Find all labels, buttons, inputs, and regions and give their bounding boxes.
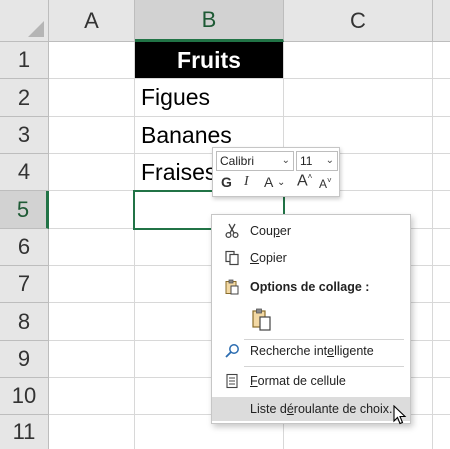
- label-part: Liste d: [250, 402, 287, 416]
- menu-item-label: Options de collage :: [250, 280, 370, 294]
- row-label: 10: [11, 383, 37, 408]
- column-label: B: [201, 6, 217, 32]
- row-label: 11: [12, 419, 36, 444]
- decrease-font-button[interactable]: A˅: [319, 176, 332, 191]
- menu-item-paste-options: Options de collage :: [212, 274, 410, 300]
- access-key: é: [286, 402, 294, 416]
- cell-text: Bananes: [141, 121, 232, 148]
- row-label: 9: [17, 346, 31, 371]
- format-cells-icon: [222, 371, 242, 391]
- paste-option-icon: [250, 308, 274, 332]
- context-menu: Couper Copier Options de collage : Reche…: [211, 214, 411, 424]
- row-header-9[interactable]: 9: [0, 341, 49, 378]
- label-part: ormat de cellule: [257, 374, 346, 388]
- column-label: A: [84, 7, 99, 33]
- select-all-corner[interactable]: [0, 0, 49, 42]
- menu-item-label: Couper: [250, 224, 291, 238]
- mini-toolbar: Calibri ⌄ 11 ⌄ G I A ⌄ A˄ A˅: [212, 147, 340, 197]
- row-header-7[interactable]: 7: [0, 266, 49, 303]
- font-size-value: 11: [300, 154, 313, 168]
- row-label: 4: [17, 159, 31, 184]
- menu-item-format-cells[interactable]: Format de cellule: [212, 368, 410, 394]
- row-label: 2: [17, 84, 31, 110]
- paste-option-button[interactable]: [212, 303, 410, 337]
- row-header-11[interactable]: 11: [0, 415, 49, 449]
- cell-text: Fruits: [177, 46, 241, 73]
- row-label: 7: [17, 271, 31, 296]
- row-label: 1: [17, 47, 31, 72]
- access-key: p: [272, 224, 280, 238]
- search-icon: [222, 341, 242, 361]
- cell-b1[interactable]: Fruits: [135, 42, 283, 78]
- italic-button[interactable]: I: [244, 174, 249, 190]
- column-label: C: [350, 7, 366, 33]
- label-part: er: [279, 224, 292, 238]
- select-all-triangle-icon[interactable]: [28, 21, 44, 37]
- row-header-3[interactable]: 3: [0, 117, 49, 154]
- column-header-c[interactable]: C: [284, 0, 433, 42]
- row-label: 8: [17, 308, 31, 334]
- menu-item-label: Format de cellule: [250, 374, 346, 388]
- font-color-button[interactable]: A: [264, 174, 273, 190]
- decrease-font-icon: ˅: [327, 176, 332, 185]
- menu-item-cut[interactable]: Couper: [212, 218, 410, 244]
- access-key: C: [250, 251, 260, 265]
- font-name-value: Calibri: [220, 154, 255, 168]
- font-name-dropdown[interactable]: Calibri ⌄: [216, 151, 294, 171]
- row-header-6[interactable]: 6: [0, 229, 49, 266]
- chevron-down-icon[interactable]: ⌄: [277, 177, 285, 188]
- chevron-down-icon: ⌄: [325, 155, 334, 166]
- label-part: opier: [259, 251, 287, 265]
- menu-separator: [244, 366, 404, 367]
- scissors-icon: [222, 221, 242, 241]
- menu-item-label: Recherche intelligente: [250, 344, 374, 358]
- row-header-1[interactable]: 1: [0, 42, 49, 79]
- increase-font-icon: ˄: [307, 172, 313, 181]
- access-key: F: [250, 374, 258, 388]
- font-size-dropdown[interactable]: 11 ⌄: [296, 151, 338, 171]
- menu-item-dropdown-list[interactable]: Liste déroulante de choix...: [212, 397, 410, 421]
- label-part: lligente: [334, 344, 374, 358]
- bold-button[interactable]: G: [221, 174, 232, 190]
- mouse-pointer-icon: [393, 404, 407, 425]
- label-part: Recherche int: [250, 344, 328, 358]
- copy-icon: [222, 248, 242, 268]
- row-label: 5: [16, 196, 30, 222]
- increase-font-button[interactable]: A˄: [297, 172, 312, 190]
- row-header-10[interactable]: 10: [0, 378, 49, 415]
- row-header-5[interactable]: 5: [0, 191, 49, 229]
- row-label: 6: [17, 234, 31, 259]
- label-part: roulante de choix...: [293, 402, 400, 416]
- menu-item-label: Copier: [250, 251, 287, 265]
- decrease-font-label: A: [319, 177, 328, 191]
- cell-b2[interactable]: Figues: [135, 79, 283, 116]
- gridline: [432, 42, 433, 449]
- row-header-4[interactable]: 4: [0, 154, 49, 191]
- column-header-a[interactable]: A: [49, 0, 135, 42]
- label-part: Cou: [250, 224, 273, 238]
- menu-item-copy[interactable]: Copier: [212, 245, 410, 271]
- row-header-2[interactable]: 2: [0, 79, 49, 117]
- menu-item-smart-lookup[interactable]: Recherche intelligente: [212, 338, 410, 364]
- cell-text: Fraises: [141, 158, 217, 185]
- row-header-8[interactable]: 8: [0, 303, 49, 341]
- column-header-b[interactable]: B: [135, 0, 284, 42]
- menu-item-label: Liste déroulante de choix...: [250, 402, 399, 416]
- column-header-d[interactable]: [433, 0, 450, 42]
- paste-clipboard-icon: [222, 277, 242, 297]
- cell-text: Figues: [141, 84, 211, 110]
- row-label: 3: [17, 122, 31, 147]
- chevron-down-icon: ⌄: [281, 155, 290, 166]
- increase-font-label: A: [297, 172, 308, 190]
